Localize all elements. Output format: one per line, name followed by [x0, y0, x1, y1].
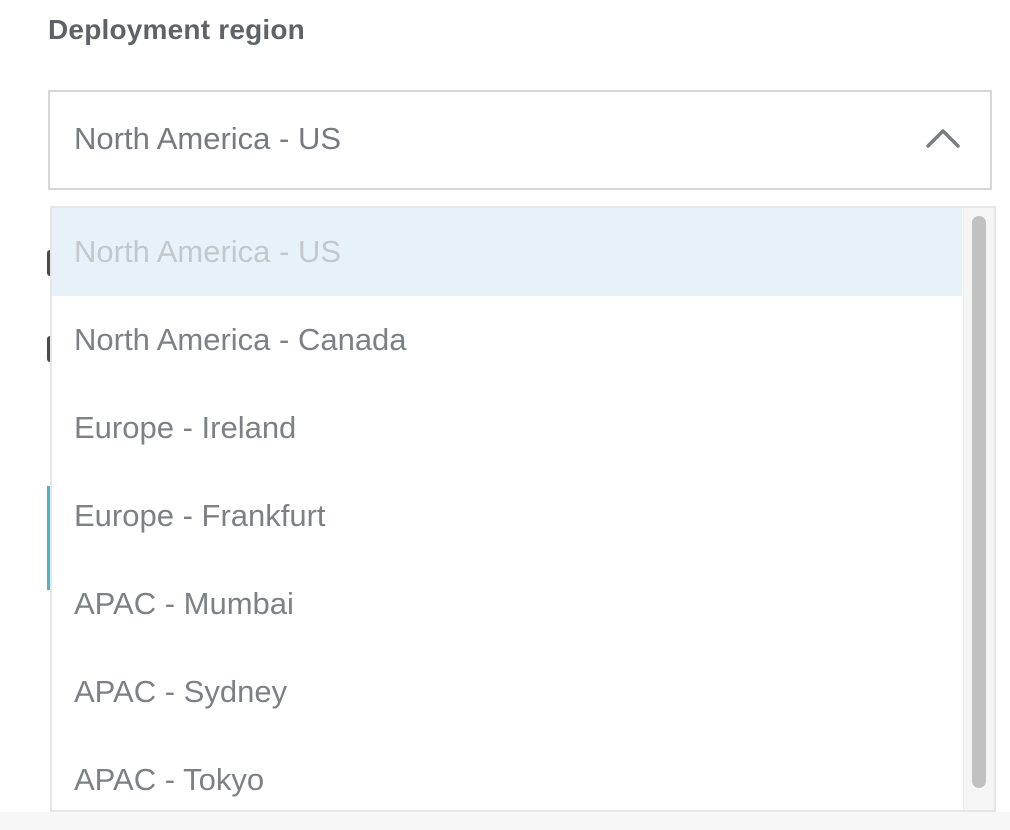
dropdown-scrollbar-thumb[interactable]: [972, 216, 986, 788]
region-option-europe-frankfurt[interactable]: Europe - Frankfurt: [52, 472, 962, 560]
dropdown-scrollbar[interactable]: [963, 208, 994, 810]
page-bottom-strip: [0, 812, 1010, 830]
deployment-region-select[interactable]: North America - US: [48, 90, 992, 190]
region-option-apac-tokyo[interactable]: APAC - Tokyo: [52, 736, 962, 810]
region-option-list: North America - US North America - Canad…: [52, 208, 962, 810]
region-dropdown-menu: North America - US North America - Canad…: [50, 206, 996, 812]
region-select-page: Deployment region North America - US Nor…: [0, 0, 1010, 830]
region-option-apac-sydney[interactable]: APAC - Sydney: [52, 648, 962, 736]
chevron-up-icon[interactable]: [926, 126, 960, 148]
selected-region-value: North America - US: [74, 121, 342, 156]
deployment-region-label: Deployment region: [48, 14, 305, 45]
region-option-apac-mumbai[interactable]: APAC - Mumbai: [52, 560, 962, 648]
region-option-north-america-us[interactable]: North America - US: [52, 208, 962, 296]
region-option-north-america-canada[interactable]: North America - Canada: [52, 296, 962, 384]
region-option-europe-ireland[interactable]: Europe - Ireland: [52, 384, 962, 472]
